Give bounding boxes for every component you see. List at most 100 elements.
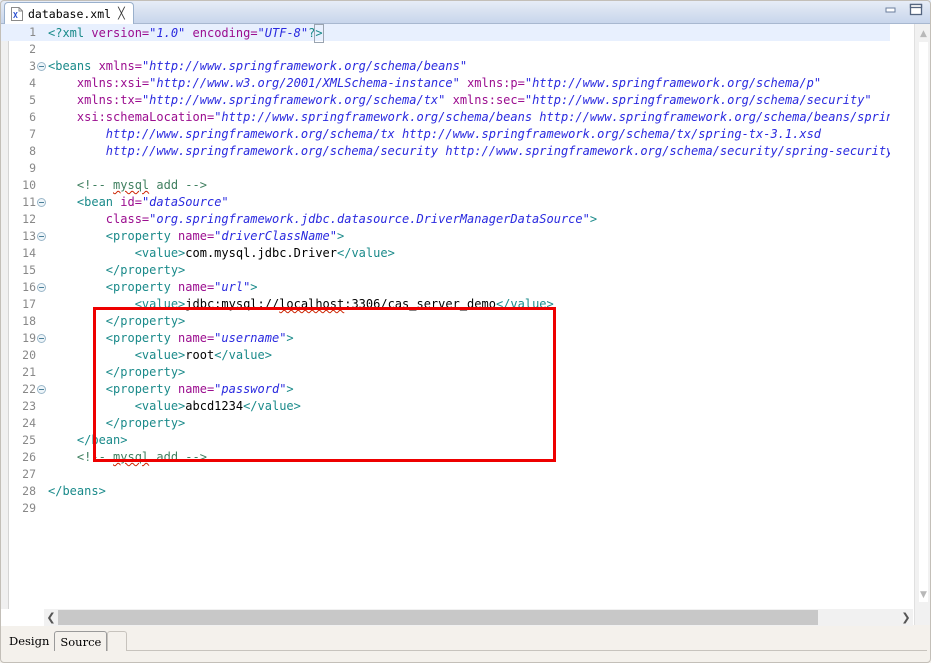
code-line-text: <property name="password"> [105,382,294,396]
minimize-icon[interactable] [883,3,898,16]
svg-text:X: X [13,11,18,20]
xml-editor-window: X database.xml ╳ 1 <?xml version="1.0" e… [0,0,931,663]
code-line[interactable]: 28 </beans> [0,483,890,500]
code-line[interactable]: 13 <property name="driverClassName"> [0,228,890,245]
code-line[interactable]: 15 </property> [0,262,890,279]
line-number: 22 [22,382,36,396]
scroll-left-icon[interactable]: ❮ [44,609,58,626]
source-editor[interactable]: 1 <?xml version="1.0" encoding="UTF-8"?> 2… [0,24,931,625]
code-line[interactable]: 26 <!-- mysql add --> [0,449,890,466]
code-line[interactable]: 4 xmlns:xsi="http://www.w3.org/2001/XMLS… [0,75,890,92]
code-line[interactable]: 24 </property> [0,415,890,432]
horizontal-scrollbar-thumb[interactable] [58,610,818,625]
code-line[interactable]: 14 <value>com.mysql.jdbc.Driver</value> [0,245,890,262]
editor-mode-tab-source[interactable]: Source [54,631,108,651]
bottom-divider [4,650,927,651]
code-line-text: <property name="username"> [105,331,294,345]
code-content[interactable]: 1 <?xml version="1.0" encoding="UTF-8"?> 2… [0,24,890,625]
code-line[interactable]: 21 </property> [0,364,890,381]
code-line-text: </beans> [48,484,106,498]
fold-collapse-icon[interactable] [37,62,46,71]
code-line-text: <bean id="dataSource" [76,195,229,209]
code-line-text: xmlns:tx="http://www.springframework.org… [76,93,872,107]
line-number: 8 [29,144,36,158]
code-line[interactable]: 12 class="org.springframework.jdbc.datas… [0,211,890,228]
code-line-text: <!-- mysql add --> [76,178,207,192]
editor-bottom-bar: Design Source [0,626,931,663]
fold-collapse-icon[interactable] [37,232,46,241]
code-line[interactable]: 7 http://www.springframework.org/schema/… [0,126,890,143]
line-number: 21 [22,365,36,379]
horizontal-scrollbar[interactable]: ❮ ❯ [44,609,913,626]
line-number: 6 [29,110,36,124]
fold-collapse-icon[interactable] [37,385,46,394]
xml-file-icon: X [11,6,23,21]
code-line[interactable]: 5 xmlns:tx="http://www.springframework.o… [0,92,890,109]
code-line[interactable]: 29 [0,500,890,517]
code-line-text: </property> [105,263,186,277]
line-number: 10 [22,178,36,192]
vertical-scrollbar[interactable]: ▲ ▼ [914,24,931,625]
code-line[interactable]: 8 http://www.springframework.org/schema/… [0,143,890,160]
line-number: 18 [22,314,36,328]
fold-collapse-icon[interactable] [37,283,46,292]
line-number: 14 [22,246,36,260]
line-number: 28 [22,484,36,498]
line-number: 26 [22,450,36,464]
line-number: 25 [22,433,36,447]
code-line[interactable]: 9 [0,160,890,177]
code-line[interactable]: 1 <?xml version="1.0" encoding="UTF-8"?> [0,24,890,43]
code-line-text: </property> [105,416,186,430]
code-line-text: <value>root</value> [134,348,272,362]
line-number: 16 [22,280,36,294]
line-number: 12 [22,212,36,226]
scroll-down-icon[interactable]: ▼ [915,587,931,603]
code-line[interactable]: 23 <value>abcd1234</value> [0,398,890,415]
code-line[interactable]: 10 <!-- mysql add --> [0,177,890,194]
line-number: 27 [22,467,36,481]
code-line-text: http://www.springframework.org/schema/tx… [105,127,822,141]
line-number: 29 [22,501,36,515]
code-line[interactable]: 2 [0,41,890,58]
fold-collapse-icon[interactable] [37,198,46,207]
code-line[interactable]: 16 <property name="url"> [0,279,890,296]
code-line[interactable]: 25 </bean> [0,432,890,449]
code-line-text: xsi:schemaLocation="http://www.springfra… [76,110,890,124]
line-number: 13 [22,229,36,243]
scrollbar-corner [0,609,44,626]
code-line-text: <beans xmlns="http://www.springframework… [48,59,468,73]
editor-mode-tab-design[interactable]: Design [4,631,55,651]
code-line[interactable]: 3 <beans xmlns="http://www.springframewor… [0,58,890,75]
code-line[interactable]: 19 <property name="username"> [0,330,890,347]
line-number: 17 [22,297,36,311]
fold-collapse-icon[interactable] [37,334,46,343]
code-line[interactable]: 18 </property> [0,313,890,330]
code-line-text: http://www.springframework.org/schema/se… [105,144,890,158]
code-line[interactable]: 17 <value>jdbc:mysql://localhost:3306/ca… [0,296,890,313]
scroll-up-icon[interactable]: ▲ [915,26,931,42]
editor-tab-database-xml[interactable]: X database.xml ╳ [4,2,134,24]
window-controls [883,3,923,16]
editor-titlebar: X database.xml ╳ [0,0,931,24]
code-line[interactable]: 27 [0,466,890,483]
code-line-text: <value>abcd1234</value> [134,399,301,413]
editor-tab-label: database.xml [28,6,112,21]
code-line[interactable]: 20 <value>root</value> [0,347,890,364]
close-icon[interactable]: ╳ [118,8,125,19]
line-number: 20 [22,348,36,362]
line-number: 24 [22,416,36,430]
code-line[interactable]: 22 <property name="password"> [0,381,890,398]
code-line-text: </property> [105,365,186,379]
line-number: 15 [22,263,36,277]
line-number: 3 [29,59,36,73]
code-line[interactable]: 6 xsi:schemaLocation="http://www.springf… [0,109,890,126]
vertical-scrollbar-track[interactable] [919,42,928,602]
line-number: 23 [22,399,36,413]
editor-mode-tabs: Design Source [4,628,128,651]
line-number: 11 [22,195,36,209]
code-line-text: <!-- mysql add --> [76,450,207,464]
code-line[interactable]: 11 <bean id="dataSource" [0,194,890,211]
maximize-icon[interactable] [908,3,923,16]
code-line-text: <value>com.mysql.jdbc.Driver</value> [134,246,395,260]
scroll-right-icon[interactable]: ❯ [899,609,913,626]
